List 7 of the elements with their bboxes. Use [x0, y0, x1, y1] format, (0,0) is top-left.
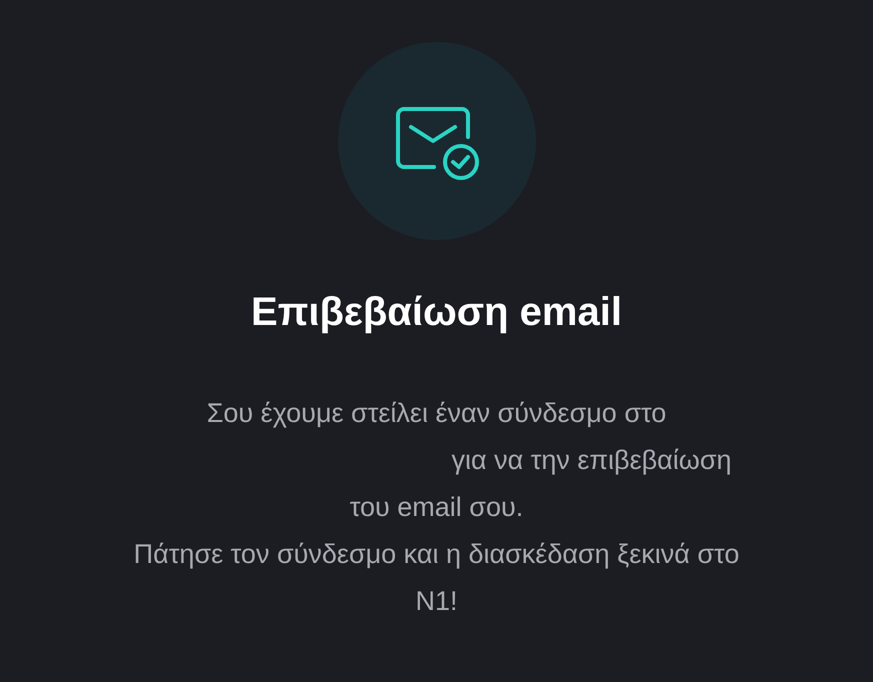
mail-check-icon: [396, 107, 482, 181]
message-text: του email σου.: [350, 491, 524, 524]
message-text: N1!: [415, 585, 458, 618]
message-text: Πάτησε τον σύνδεσμο και η διασκέδαση ξεκινά στο: [134, 538, 740, 571]
page-title: Επιβεβαίωση email: [251, 289, 622, 336]
message-text: Σου έχουμε στείλει έναν σύνδεσμο στο: [206, 397, 666, 430]
message-text: για να την επιβεβαίωση: [451, 444, 732, 477]
